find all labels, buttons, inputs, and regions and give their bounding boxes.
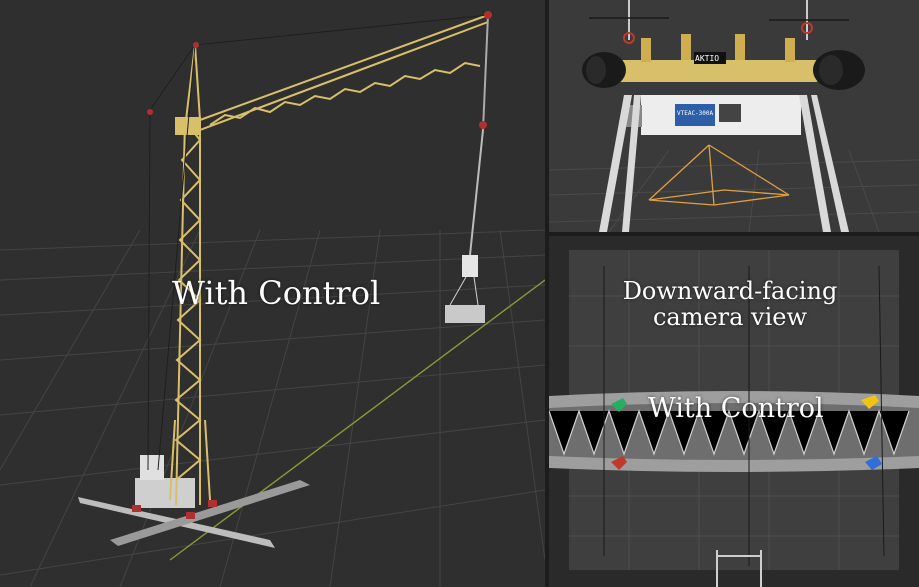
spreader-bar — [582, 34, 865, 90]
device-label: VTEAC-300A — [677, 110, 714, 117]
crane-viewport[interactable]: With Control — [0, 0, 545, 587]
y-axis-line — [169, 279, 545, 561]
right-overlay-label: With Control — [648, 393, 824, 424]
brand-tag: AKTIO — [695, 54, 720, 63]
left-overlay-label: With Control — [172, 274, 381, 312]
camera-frustum — [648, 144, 790, 206]
camera-view-title: Downward-facing camera view — [622, 277, 838, 331]
crane-mast — [169, 119, 211, 506]
crane-boom — [175, 14, 489, 135]
spreader-scene — [549, 0, 919, 232]
spreader-closeup-view[interactable]: AKTIO VTEAC-300A — [549, 0, 919, 232]
crane-base — [78, 455, 310, 548]
